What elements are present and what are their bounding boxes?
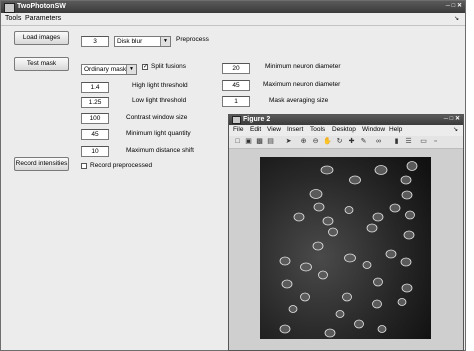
legend-icon[interactable]: ☰ (404, 137, 413, 146)
menu-view[interactable]: View (267, 126, 281, 133)
select-arrow-icon[interactable]: ➤ (284, 137, 293, 146)
maximum-distance-shift-label: Maximum distance shift (126, 147, 194, 154)
figure-titlebar: Figure 2 ─ □ ✕ (229, 115, 463, 125)
contrast-window-size-field[interactable]: 100 (81, 113, 109, 124)
minimum-light-quantity-label: Minimum light quantity (126, 130, 191, 137)
zoom-in-icon[interactable]: ⊕ (299, 137, 308, 146)
chevron-down-icon: ▼ (160, 37, 170, 46)
menu-insert[interactable]: Insert (287, 126, 303, 133)
contrast-window-size-label: Contrast window size (126, 114, 188, 121)
chevron-down-icon: ▼ (126, 65, 136, 74)
new-file-icon[interactable]: □ (233, 137, 242, 146)
test-mask-button[interactable]: Test mask (14, 57, 69, 71)
link-icon[interactable]: ∞ (374, 137, 383, 146)
neuron-mask-image (260, 157, 431, 339)
window-title: TwoPhotonSW (17, 3, 66, 10)
mask-averaging-size-label: Mask averaging size (269, 97, 329, 104)
filter-type-value: Disk blur (117, 38, 143, 45)
matlab-app-icon (4, 3, 15, 13)
menu-file[interactable]: File (233, 126, 243, 133)
open-icon[interactable]: ▣ (244, 137, 253, 146)
low-light-threshold-label: Low light threshold (132, 97, 187, 104)
figure-app-icon (232, 116, 241, 124)
menu-parameters[interactable]: Parameters (25, 15, 61, 22)
main-titlebar: TwoPhotonSW ─ □ ✕ (1, 1, 465, 13)
dock-arrow-icon[interactable]: ↘ (453, 126, 458, 133)
hide-tools-icon[interactable]: ▭ (419, 137, 428, 146)
record-preprocessed-label: Record preprocessed (90, 162, 153, 169)
minimum-light-quantity-field[interactable]: 45 (81, 129, 109, 140)
menu-desktop[interactable]: Desktop (332, 126, 356, 133)
load-images-button[interactable]: Load images (14, 31, 69, 45)
figure-toolbar: □ ▣ ▩ ▤ ➤ ⊕ ⊖ ✋ ↻ ✚ ✎ ∞ ▮ ☰ ▭ ▫ (229, 136, 463, 149)
menu-tools[interactable]: Tools (5, 15, 21, 22)
split-fusions-label: Split fusions (151, 63, 187, 70)
figure-canvas (229, 149, 463, 350)
minimum-neuron-diameter-field[interactable]: 20 (222, 63, 250, 74)
pan-hand-icon[interactable]: ✋ (323, 137, 332, 146)
brush-icon[interactable]: ✎ (359, 137, 368, 146)
high-light-threshold-field[interactable]: 1.4 (81, 82, 109, 93)
window-controls-icon[interactable]: ─ □ ✕ (446, 2, 462, 9)
mask-type-select[interactable]: Ordinary mask ▼ (81, 64, 137, 75)
figure-window: Figure 2 ─ □ ✕ File Edit View Insert Too… (228, 114, 464, 351)
figure-menubar: File Edit View Insert Tools Desktop Wind… (229, 125, 463, 136)
minimum-neuron-diameter-label: Minimum neuron diameter (265, 63, 341, 70)
data-cursor-icon[interactable]: ✚ (347, 137, 356, 146)
zoom-out-icon[interactable]: ⊖ (311, 137, 320, 146)
maximum-neuron-diameter-label: Maximum neuron diameter (263, 81, 341, 88)
split-fusions-checkbox[interactable]: ✓ (142, 64, 148, 70)
colorbar-icon[interactable]: ▮ (392, 137, 401, 146)
high-light-threshold-label: High light threshold (132, 82, 188, 89)
maximum-neuron-diameter-field[interactable]: 45 (222, 80, 250, 91)
maximum-distance-shift-field[interactable]: 10 (81, 146, 109, 157)
menu-window[interactable]: Window (362, 126, 385, 133)
menu-help[interactable]: Help (389, 126, 402, 133)
preprocess-label: Preprocess (176, 36, 209, 43)
low-light-threshold-field[interactable]: 1.25 (81, 97, 109, 108)
menu-tools[interactable]: Tools (310, 126, 325, 133)
mask-averaging-size-field[interactable]: 1 (222, 96, 250, 107)
record-intensities-button[interactable]: Record intensities (14, 157, 69, 171)
filter-type-select[interactable]: Disk blur ▼ (114, 36, 171, 47)
print-icon[interactable]: ▤ (266, 137, 275, 146)
figure-title: Figure 2 (243, 116, 271, 123)
main-menubar: Tools Parameters ↘ (1, 13, 465, 26)
save-icon[interactable]: ▩ (255, 137, 264, 146)
record-preprocessed-checkbox[interactable] (81, 163, 87, 169)
menu-edit[interactable]: Edit (250, 126, 261, 133)
rotate-icon[interactable]: ↻ (335, 137, 344, 146)
mask-type-value: Ordinary mask (84, 66, 127, 73)
figure-window-controls-icon[interactable]: ─ □ ✕ (444, 115, 460, 122)
filter-size-field[interactable]: 3 (81, 36, 109, 47)
dock-arrow-icon[interactable]: ↘ (454, 15, 459, 22)
dock-icon[interactable]: ▫ (431, 137, 440, 146)
